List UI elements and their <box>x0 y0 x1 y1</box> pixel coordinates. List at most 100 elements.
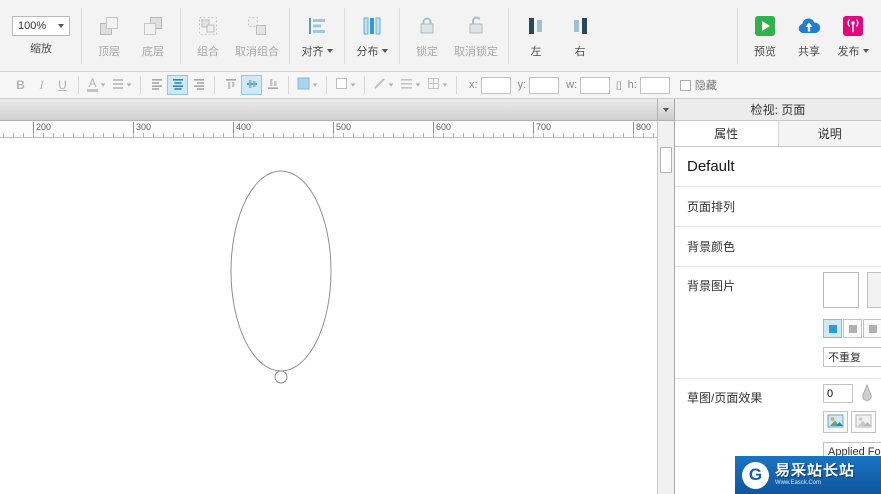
h-label: h: <box>627 79 637 91</box>
align-text-bottom-button[interactable] <box>262 75 283 95</box>
vertical-scrollbar[interactable] <box>657 121 674 494</box>
button-label: 分布 <box>357 43 388 59</box>
color-image-effect-button[interactable] <box>823 411 848 433</box>
button-label: 顶层 <box>98 45 120 58</box>
border-visibility-button[interactable] <box>424 75 451 95</box>
underline-label: U <box>58 78 67 92</box>
ungroup-button[interactable]: 取消组合 <box>230 5 284 67</box>
share-cloud-icon <box>796 13 822 39</box>
align-text-center-button[interactable] <box>167 75 188 95</box>
scrollbar-thumb[interactable] <box>660 147 672 173</box>
align-text-left-button[interactable] <box>146 75 167 95</box>
lock-button[interactable]: 锁定 <box>405 5 449 67</box>
chevron-down-icon <box>388 83 394 87</box>
align-text-right-button[interactable] <box>188 75 209 95</box>
button-label: 左 <box>530 45 542 58</box>
button-label: 右 <box>574 45 586 58</box>
toolbar-separator <box>399 7 400 64</box>
y-label: y: <box>517 79 527 91</box>
group-button[interactable]: 组合 <box>186 5 230 67</box>
sketch-value-input[interactable] <box>823 384 853 403</box>
toolbar-separator <box>180 7 181 64</box>
button-label: 对齐 <box>302 43 333 59</box>
toolbar-separator <box>456 76 457 94</box>
easck-watermark: 易采站长站 Www.Easck.Com <box>735 456 881 494</box>
format-toolbar: B I U A x: y: w: [] h: 隐藏 <box>0 72 881 99</box>
line-weight-button[interactable] <box>370 75 397 95</box>
line-spacing-button[interactable] <box>109 75 135 95</box>
bring-to-front-button[interactable]: 顶层 <box>87 5 131 67</box>
border-color-icon <box>335 77 348 93</box>
align-right-edge-button[interactable]: 右 <box>558 5 602 67</box>
bold-button[interactable]: B <box>10 75 31 95</box>
canvas-header-bar <box>0 99 674 121</box>
distribute-button[interactable]: 分布 <box>350 5 394 67</box>
color-picture-icon <box>827 414 844 431</box>
ruler-tick-label: 500 <box>333 122 351 137</box>
connector-point-circle[interactable] <box>274 370 288 384</box>
underline-button[interactable]: U <box>52 75 73 95</box>
tab-notes[interactable]: 说明 <box>777 121 881 146</box>
align-square-icon <box>868 324 877 333</box>
share-button[interactable]: 共享 <box>787 5 831 67</box>
toolbar-separator <box>289 7 290 64</box>
button-label: 取消锁定 <box>454 45 498 58</box>
italic-button[interactable]: I <box>31 75 52 95</box>
ellipse-shape[interactable] <box>230 170 332 372</box>
watermark-subtitle: Www.Easck.Com <box>775 479 821 486</box>
bg-repeat-value: 不重复 <box>828 352 861 364</box>
h-input[interactable] <box>639 76 670 94</box>
canvas-header-dropdown-button[interactable] <box>657 99 674 120</box>
ruler-tick-label: 800 <box>633 122 651 137</box>
bg-align-right-button[interactable] <box>863 319 881 338</box>
toolbar-separator <box>140 76 141 94</box>
toolbar-separator <box>326 76 327 94</box>
inspector-title: 检视: 页面 <box>675 99 881 121</box>
bg-image-import-button[interactable] <box>867 272 881 308</box>
section-bg-color[interactable]: 背景颜色 <box>675 227 881 267</box>
chevron-down-icon <box>326 48 333 53</box>
border-color-button[interactable] <box>332 75 359 95</box>
watermark-text: 易采站长站 Www.Easck.Com <box>775 463 855 487</box>
chevron-down-icon <box>58 23 64 28</box>
align-left-edge-icon <box>524 13 548 39</box>
preview-button[interactable]: 预览 <box>743 5 787 67</box>
bg-align-left-button[interactable] <box>823 319 842 338</box>
font-color-button[interactable]: A <box>84 75 109 95</box>
align-text-top-icon <box>225 78 237 93</box>
bg-image-well[interactable] <box>823 272 859 308</box>
gray-image-effect-button[interactable] <box>851 411 876 433</box>
line-style-button[interactable] <box>397 75 424 95</box>
sketch-effects-label: 草图/页面效果 <box>687 391 763 405</box>
unlock-button[interactable]: 取消锁定 <box>449 5 503 67</box>
align-text-top-button[interactable] <box>220 75 241 95</box>
align-text-left-icon <box>151 78 163 93</box>
align-button[interactable]: 对齐 <box>295 5 339 67</box>
ruler-tick-label: 200 <box>33 122 51 137</box>
design-canvas[interactable] <box>0 138 657 494</box>
font-color-icon: A <box>87 76 98 92</box>
w-input[interactable] <box>580 76 611 94</box>
bg-align-center-button[interactable] <box>843 319 862 338</box>
publish-button[interactable]: 发布 <box>831 5 875 67</box>
axure-window: 100% 缩放 顶层 底层 组合 取消组合 对齐 分布 锁定 取消锁定 左 右 … <box>0 0 881 494</box>
toolbar-separator <box>214 76 215 94</box>
chevron-down-icon <box>415 83 421 87</box>
lock-ratio-icon[interactable] <box>616 80 621 90</box>
y-input[interactable] <box>529 76 560 94</box>
zoom-select[interactable]: 100% <box>12 15 70 36</box>
section-page-align[interactable]: 页面排列 <box>675 187 881 227</box>
button-label: 组合 <box>197 45 219 58</box>
hidden-checkbox[interactable] <box>679 79 691 91</box>
unlock-icon <box>464 13 488 39</box>
align-left-edge-button[interactable]: 左 <box>514 5 558 67</box>
fill-color-button[interactable] <box>294 75 321 95</box>
align-text-middle-button[interactable] <box>241 75 262 95</box>
send-to-back-button[interactable]: 底层 <box>131 5 175 67</box>
bg-repeat-select[interactable]: 不重复 <box>823 347 881 367</box>
toolbar-separator <box>508 7 509 64</box>
tab-properties[interactable]: 属性 <box>675 121 778 146</box>
align-text-center-icon <box>172 78 184 93</box>
x-input[interactable] <box>480 76 511 94</box>
chevron-down-icon <box>312 83 318 87</box>
